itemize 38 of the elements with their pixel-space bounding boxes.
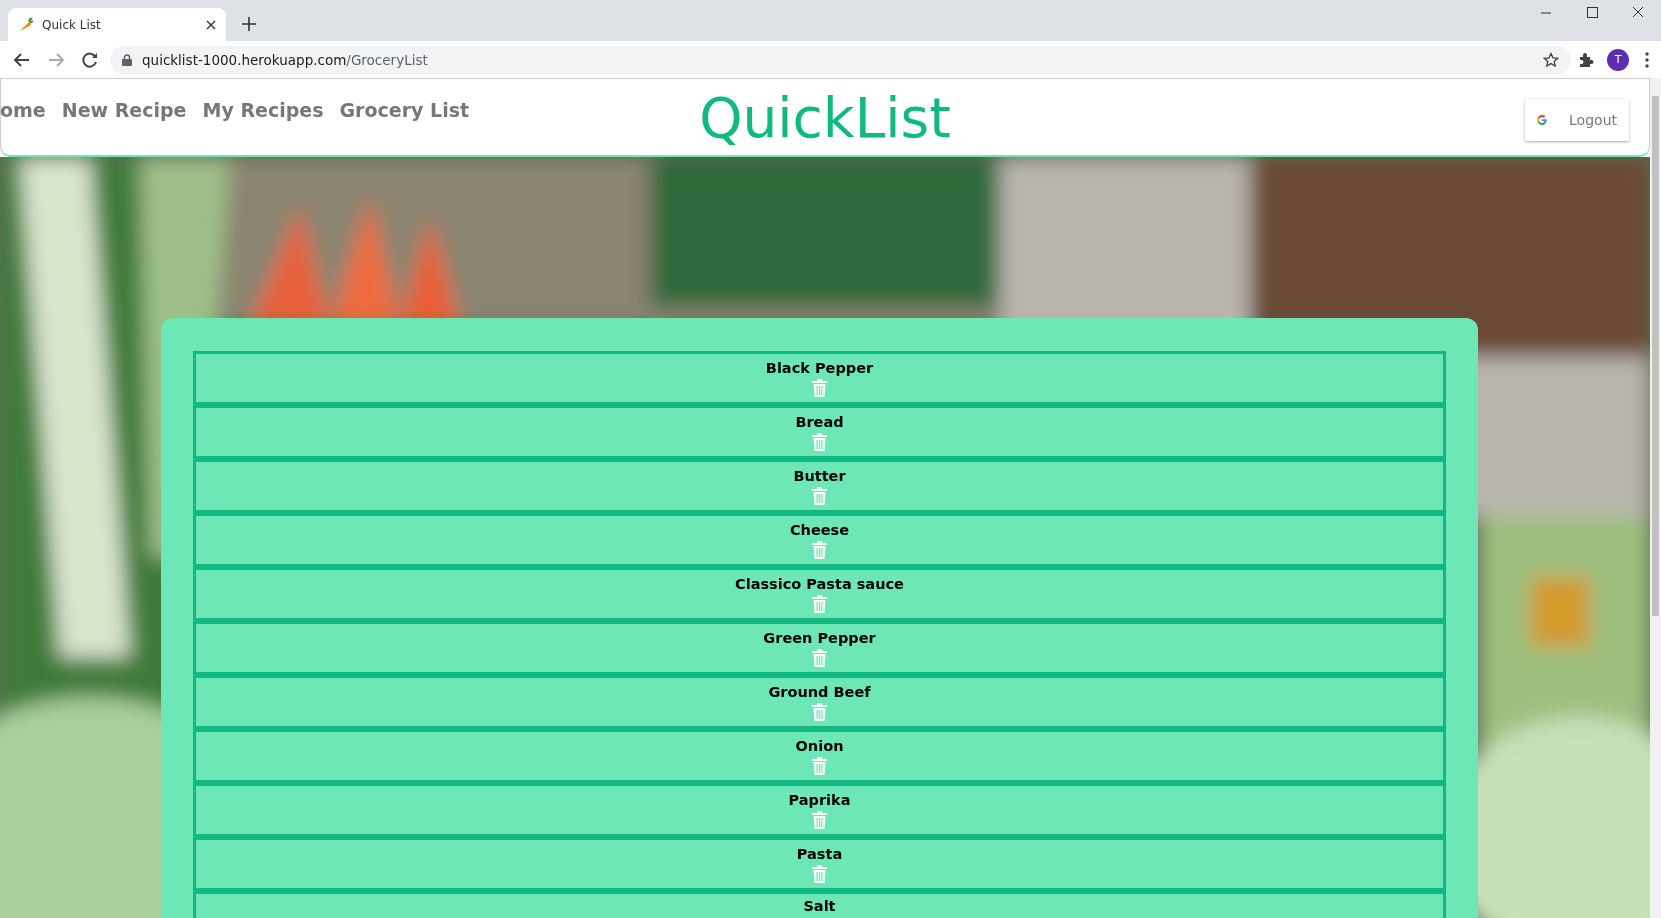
new-tab-icon[interactable] xyxy=(242,17,256,31)
item-name: Bread xyxy=(795,414,844,430)
item-name: Onion xyxy=(795,738,844,754)
item-name: Classico Pasta sauce xyxy=(735,576,904,592)
trash-icon[interactable] xyxy=(812,595,827,613)
item-name: Cheese xyxy=(789,522,850,538)
scrollbar[interactable] xyxy=(1650,78,1661,918)
trash-icon[interactable] xyxy=(812,811,827,829)
nav-link[interactable]: ome xyxy=(0,99,46,121)
url-text: quicklist-1000.herokuapp.com/GroceryList xyxy=(142,51,429,68)
trash-icon[interactable] xyxy=(812,865,827,883)
address-bar[interactable]: quicklist-1000.herokuapp.com/GroceryList xyxy=(110,45,1571,74)
star-icon[interactable] xyxy=(1543,51,1559,68)
item-name: Paprika xyxy=(788,792,851,808)
trash-icon[interactable] xyxy=(812,703,827,721)
trash-icon[interactable] xyxy=(812,757,827,775)
trash-icon[interactable] xyxy=(812,487,827,505)
browser-tab[interactable]: Quick List xyxy=(8,8,226,41)
trash-icon[interactable] xyxy=(812,379,827,397)
profile-avatar[interactable]: T xyxy=(1607,48,1629,71)
item-name: Salt xyxy=(803,898,836,914)
nav-link[interactable]: Grocery List xyxy=(339,99,470,121)
item-name: Butter xyxy=(793,468,846,484)
tab-title: Quick List xyxy=(42,17,102,32)
trash-icon[interactable] xyxy=(812,433,827,451)
puzzle-icon[interactable] xyxy=(1577,50,1595,69)
nav-link[interactable]: My Recipes xyxy=(202,99,324,121)
trash-icon[interactable] xyxy=(812,541,827,559)
item-name: Green Pepper xyxy=(763,630,876,646)
item-name: Black Pepper xyxy=(765,360,874,376)
app-logo: QuickList xyxy=(699,86,951,150)
close-tab-icon[interactable] xyxy=(206,19,216,30)
lock-icon xyxy=(122,53,132,66)
logout-button[interactable]: Logout xyxy=(1525,99,1629,141)
item-name: Ground Beef xyxy=(768,684,871,700)
nav-link[interactable]: New Recipe xyxy=(61,99,187,121)
trash-icon[interactable] xyxy=(812,649,827,667)
item-name: Pasta xyxy=(796,846,843,862)
